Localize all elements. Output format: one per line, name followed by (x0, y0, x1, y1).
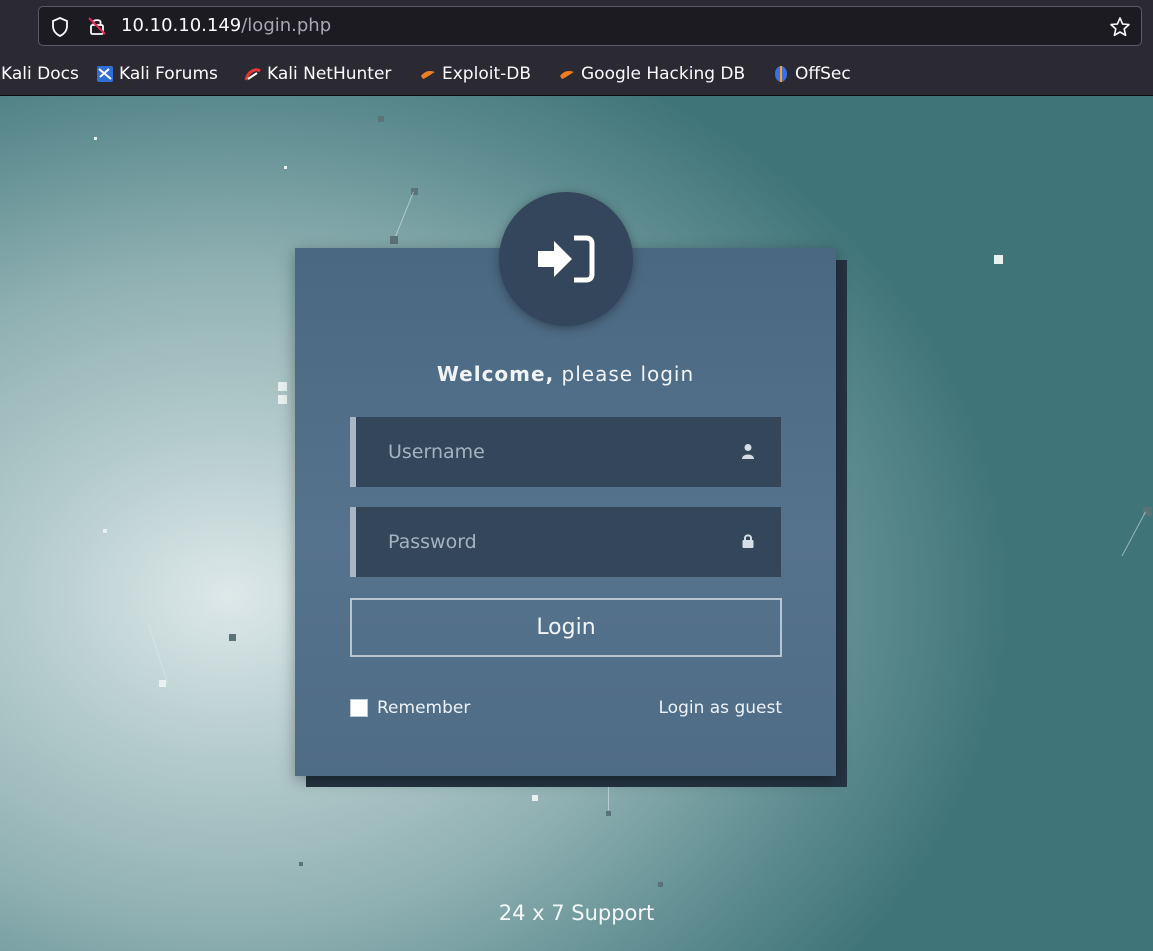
bookmark-kali-docs[interactable]: Kali Docs (1, 63, 79, 85)
bookmark-exploit-db[interactable]: Exploit-DB (419, 63, 531, 85)
particle (278, 395, 287, 404)
bookmark-label: Exploit-DB (442, 64, 531, 84)
welcome-bold: Welcome, (436, 362, 555, 386)
bookmark-label: Google Hacking DB (581, 64, 746, 84)
particle (103, 529, 107, 533)
particle-link (148, 624, 169, 684)
bookmark-kali-forums[interactable]: Kali Forums (96, 63, 218, 85)
bookmark-offsec[interactable]: OffSec (772, 63, 851, 85)
url-path: /login.php (241, 15, 332, 36)
bookmarks-toolbar: Kali Docs Kali Forums Kali NetHunter Exp… (0, 52, 1153, 96)
bookmark-label: Kali NetHunter (267, 64, 392, 84)
remember-option[interactable]: Remember (350, 698, 470, 718)
password-field (350, 507, 781, 577)
support-text: 24 x 7 Support (498, 901, 655, 925)
offsec-icon (775, 66, 787, 82)
username-input[interactable] (388, 417, 728, 487)
bookmark-label: Kali Docs (1, 64, 79, 84)
particle (658, 882, 663, 887)
bookmark-label: OffSec (795, 64, 851, 84)
sign-in-icon (538, 235, 595, 283)
bookmark-star-icon[interactable] (1109, 16, 1131, 38)
login-badge (499, 192, 633, 326)
google-hacking-db-icon (560, 71, 574, 79)
particle (278, 382, 287, 391)
particle (994, 255, 1003, 264)
insecure-lock-icon[interactable] (87, 16, 107, 36)
particle-link (395, 191, 414, 237)
particle (159, 680, 166, 687)
kali-forums-icon (97, 66, 113, 82)
kali-nethunter-icon (244, 68, 261, 81)
login-page: Welcome, please login Login Remember Log… (0, 96, 1153, 951)
particle (532, 795, 538, 801)
password-input[interactable] (388, 507, 728, 577)
user-icon (742, 444, 754, 459)
particle (94, 137, 97, 140)
particle (606, 811, 611, 816)
remember-label: Remember (377, 698, 471, 718)
login-as-guest-link[interactable]: Login as guest (659, 698, 783, 718)
url-host: 10.10.10.149 (121, 15, 242, 36)
browser-toolbar: 10.10.10.149/login.php (0, 0, 1153, 52)
login-button[interactable]: Login (350, 598, 782, 657)
username-field (350, 417, 781, 487)
welcome-rest: please login (554, 362, 695, 386)
remember-checkbox[interactable] (350, 699, 368, 717)
particle (284, 166, 287, 169)
shield-icon[interactable] (51, 17, 69, 37)
bookmark-google-hacking-db[interactable]: Google Hacking DB (558, 63, 745, 85)
particle (299, 862, 303, 866)
lock-icon (742, 534, 754, 548)
welcome-heading: Welcome, please login (295, 362, 836, 386)
particle (229, 634, 236, 641)
particle-link (1121, 511, 1146, 557)
exploit-db-icon (421, 71, 435, 79)
url-text[interactable]: 10.10.10.149/login.php (121, 15, 331, 37)
bookmark-label: Kali Forums (119, 64, 218, 84)
bookmark-kali-nethunter[interactable]: Kali NetHunter (244, 63, 391, 85)
address-bar[interactable]: 10.10.10.149/login.php (38, 6, 1142, 46)
particle (378, 116, 384, 122)
particle (390, 236, 398, 244)
